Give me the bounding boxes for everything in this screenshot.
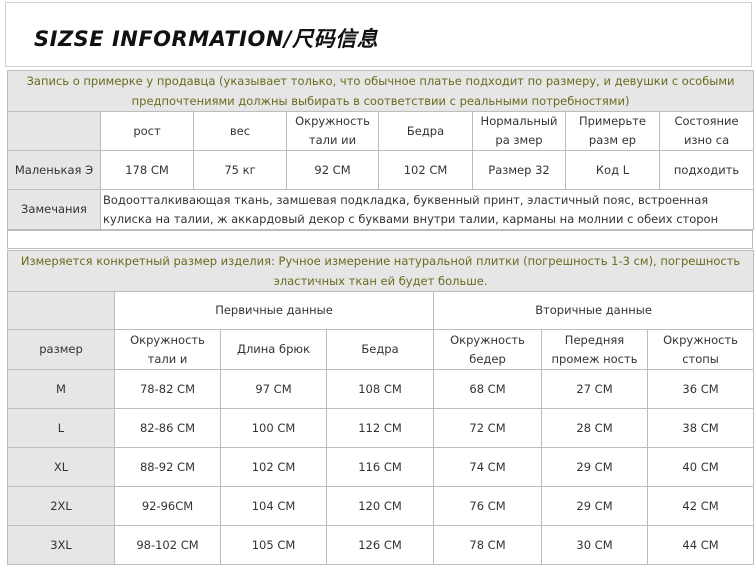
fitting-header-cell: вес	[193, 111, 287, 151]
fitting-header-cell: Бедра	[378, 111, 473, 151]
table-cell: 116 CM	[326, 447, 434, 487]
table-cell: 88-92 CM	[114, 447, 221, 487]
table-cell: 112 CM	[326, 408, 434, 448]
table-row: M 78-82 CM 97 CM 108 CM 68 CM 27 CM 36 C…	[7, 369, 755, 409]
fitting-cell: 92 CM	[286, 150, 379, 190]
fitting-record-table: Запись о примерке у продавца (указывает …	[6, 70, 755, 230]
table-cell: 28 CM	[541, 408, 648, 448]
fitting-note: Запись о примерке у продавца (указывает …	[6, 70, 755, 112]
table-cell: 74 CM	[433, 447, 542, 487]
fitting-data-row: Маленькая Э 178 CM 75 кг 92 CM 102 CM Ра…	[7, 150, 755, 190]
group-header-row: Первичные данные Вторичные данные	[7, 291, 755, 330]
size-header-cell: Длина брюк	[220, 329, 327, 370]
table-cell: 72 CM	[433, 408, 542, 448]
fitting-cell: 178 CM	[100, 150, 194, 190]
size-header-cell: Окружность стопы	[646, 329, 755, 370]
size-label-cell: L	[7, 408, 115, 448]
table-cell: 126 CM	[326, 525, 434, 565]
size-table: Измеряется конкретный размер изделия: Ру…	[6, 250, 755, 565]
table-cell: 29 CM	[541, 447, 648, 487]
table-cell: 92-96CM	[114, 486, 221, 526]
group-secondary: Вторичные данные	[432, 291, 755, 330]
header-panel: SIZSE INFORMATION/尺码信息	[5, 2, 752, 67]
table-cell: 76 CM	[433, 486, 542, 526]
table-row: 3XL 98-102 CM 105 CM 126 CM 78 CM 30 CM …	[7, 525, 755, 565]
fitting-cell: Размер 32	[472, 150, 566, 190]
table-row: L 82-86 CM 100 CM 112 CM 72 CM 28 CM 38 …	[7, 408, 755, 448]
fitting-cell: 75 кг	[193, 150, 287, 190]
fitting-cell: Маленькая Э	[7, 150, 101, 190]
size-label-cell: 2XL	[7, 486, 115, 526]
fitting-cell: Код L	[565, 150, 660, 190]
size-label-cell: XL	[7, 447, 115, 487]
table-cell: 97 CM	[220, 369, 327, 409]
fitting-cell: подходить	[658, 150, 755, 190]
table-cell: 108 CM	[326, 369, 434, 409]
fitting-header-cell: Примерьте разм ер	[565, 111, 660, 151]
size-header-cell: размер	[7, 329, 115, 370]
table-cell: 98-102 CM	[114, 525, 221, 565]
size-header-cell: Бедра	[326, 329, 434, 370]
table-cell: 29 CM	[541, 486, 648, 526]
empty-corner-cell	[7, 291, 115, 330]
fitting-cell: 102 CM	[378, 150, 473, 190]
table-cell: 38 CM	[646, 408, 755, 448]
size-note: Измеряется конкретный размер изделия: Ру…	[6, 250, 755, 292]
remarks-row: Замечания Водоотталкивающая ткань, замше…	[7, 189, 755, 230]
table-separator	[7, 230, 753, 249]
fitting-header-row: рост вес Окружность тали ии Бедра Нормал…	[7, 111, 755, 151]
fitting-header-cell: Окружность тали ии	[286, 111, 379, 151]
table-row: 2XL 92-96CM 104 CM 120 CM 76 CM 29 CM 42…	[7, 486, 755, 526]
table-cell: 78 CM	[433, 525, 542, 565]
table-cell: 42 CM	[646, 486, 755, 526]
size-header-cell: Передняя промеж ность	[541, 329, 648, 370]
table-cell: 78-82 CM	[114, 369, 221, 409]
table-cell: 105 CM	[220, 525, 327, 565]
size-label-cell: 3XL	[7, 525, 115, 565]
remarks-text: Водоотталкивающая ткань, замшевая подкла…	[99, 189, 755, 230]
table-cell: 68 CM	[433, 369, 542, 409]
page-title: SIZSE INFORMATION/尺码信息	[34, 27, 379, 51]
size-header-cell: Окружность бедер	[433, 329, 542, 370]
fitting-header-cell: Состояние изно са	[658, 111, 755, 151]
remarks-label: Замечания	[7, 189, 101, 230]
table-cell: 120 CM	[326, 486, 434, 526]
size-header-cell: Окружность тали и	[114, 329, 221, 370]
size-header-row: размер Окружность тали и Длина брюк Бедр…	[7, 329, 755, 370]
table-row: XL 88-92 CM 102 CM 116 CM 74 CM 29 CM 40…	[7, 447, 755, 487]
group-primary: Первичные данные	[114, 291, 434, 330]
fitting-header-cell: Нормальный ра змер	[472, 111, 566, 151]
table-cell: 102 CM	[220, 447, 327, 487]
table-cell: 36 CM	[646, 369, 755, 409]
table-cell: 44 CM	[646, 525, 755, 565]
table-cell: 100 CM	[220, 408, 327, 448]
size-label-cell: M	[7, 369, 115, 409]
table-cell: 40 CM	[646, 447, 755, 487]
fitting-header-cell: рост	[100, 111, 194, 151]
fitting-header-cell	[7, 111, 101, 151]
table-cell: 82-86 CM	[114, 408, 221, 448]
table-cell: 30 CM	[541, 525, 648, 565]
table-cell: 104 CM	[220, 486, 327, 526]
table-cell: 27 CM	[541, 369, 648, 409]
